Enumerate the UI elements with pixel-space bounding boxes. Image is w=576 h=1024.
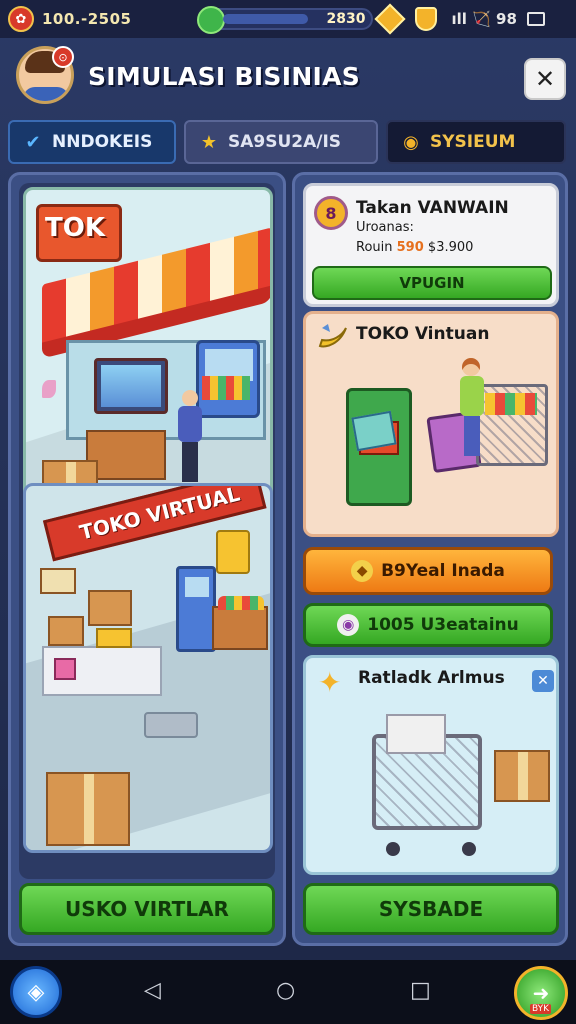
box-stack xyxy=(46,772,130,846)
left-scene: TOK TOKO VIRTUAL xyxy=(19,183,275,879)
header: ⊙ SIMULASI BISINIAS ✕ xyxy=(0,40,576,116)
status-time: 100.-2505 xyxy=(42,10,132,28)
offer-price: Rouin 590 $3.900 xyxy=(356,240,473,255)
signal-icon: ıll 🏹 98 xyxy=(451,10,517,28)
shopper-head xyxy=(462,358,480,376)
shopper-body xyxy=(460,376,484,416)
person-head xyxy=(182,390,198,406)
card-icon xyxy=(216,530,250,574)
atm-machine xyxy=(176,566,216,652)
produce-crate xyxy=(212,596,268,650)
offer-button[interactable]: VPUGIN xyxy=(312,266,552,300)
left-panel: TOK TOKO VIRTUAL USKO VIRTLAR xyxy=(8,172,286,946)
coin-icon: ◉ xyxy=(403,131,419,153)
tab-sa9su2ais[interactable]: ★ SA9SU2A/IS xyxy=(184,120,378,164)
cart-goods xyxy=(386,714,446,754)
orange-button-label: B9Yeal Inada xyxy=(381,561,505,581)
goods-item xyxy=(54,658,76,680)
gem-icon xyxy=(374,3,407,35)
goods-box xyxy=(48,616,84,646)
energy-value: 2830 xyxy=(326,11,366,27)
coin-icon: 8 xyxy=(314,196,348,230)
star-icon: ★ xyxy=(200,131,218,153)
tab-label: SA9SU2A/IS xyxy=(228,132,342,152)
shopkeeper-figure xyxy=(176,390,204,486)
virtual-store-button[interactable]: USKO VIRTLAR xyxy=(19,883,275,935)
goods-box xyxy=(88,590,132,626)
game-menu-icon[interactable]: ◈ xyxy=(10,966,62,1018)
shopping-card[interactable]: ✦ Ratladk Arlmus ✕ xyxy=(303,655,559,875)
star-burst-icon: ✦ xyxy=(318,666,342,699)
energy-bar: 2830 xyxy=(197,6,374,34)
monitor-screen xyxy=(101,365,161,407)
battery-icon xyxy=(526,12,545,26)
game-badge-icon: ✿ xyxy=(8,6,34,32)
tab-label: NNDOKEIS xyxy=(52,132,153,152)
payment-screen xyxy=(351,410,397,452)
store-sign: TOK xyxy=(36,204,122,262)
coin-icon: ◆ xyxy=(351,560,374,582)
green-action-button[interactable]: ◉ 1005 U3eatainu xyxy=(303,603,553,647)
cart-goods xyxy=(485,393,537,415)
shopping-cart-icon xyxy=(372,714,482,856)
cart-wheel xyxy=(462,842,476,856)
offer-subtitle: Uroanas: xyxy=(356,220,414,235)
person-legs xyxy=(182,442,198,482)
home-icon[interactable]: ○ xyxy=(276,980,295,1002)
leaf-icon xyxy=(42,380,56,398)
offer-card: 8 Takan VANWAIN Uroanas: Rouin 590 $3.90… xyxy=(303,183,559,307)
avatar-shirt xyxy=(23,87,69,101)
sysbade-button[interactable]: SYSBADE xyxy=(303,883,559,935)
page-title: SIMULASI BISINIAS xyxy=(88,62,361,91)
shelf-goods xyxy=(202,376,250,400)
flag-icon xyxy=(40,568,76,594)
person-body xyxy=(178,406,202,442)
tab-sysieum[interactable]: ◉ SYSIEUM xyxy=(386,120,566,164)
energy-icon xyxy=(197,6,226,34)
atm-screen xyxy=(185,577,209,597)
tab-bar: ✔ NNDOKEIS ★ SA9SU2A/IS ◉ SYSIEUM xyxy=(8,120,568,164)
cardboard-box xyxy=(494,750,550,802)
share-label: BYK xyxy=(530,1004,552,1014)
right-panel: 8 Takan VANWAIN Uroanas: Rouin 590 $3.90… xyxy=(292,172,568,946)
back-icon[interactable]: ◁ xyxy=(144,980,161,1002)
location-icon: ◉ xyxy=(337,614,360,636)
banana-icon xyxy=(318,324,347,348)
price-value: $3.900 xyxy=(427,240,474,255)
shopping-card-title: Ratladk Arlmus xyxy=(358,668,505,688)
close-icon[interactable]: ✕ xyxy=(532,670,554,692)
avatar-badge-icon: ⊙ xyxy=(52,46,74,68)
shopper-legs xyxy=(464,416,480,456)
price-highlight: 590 xyxy=(396,240,424,255)
offer-title: Takan VANWAIN xyxy=(356,198,509,218)
shield-icon xyxy=(415,7,438,31)
shopping-cart-icon xyxy=(476,384,548,466)
price-prefix: Rouin xyxy=(356,240,393,255)
green-button-label: 1005 U3eatainu xyxy=(367,615,519,635)
tab-label: SYSIEUM xyxy=(430,132,516,152)
shopper-figure xyxy=(456,358,484,468)
tab-nndokeis[interactable]: ✔ NNDOKEIS xyxy=(8,120,176,164)
store-scene-bottom[interactable]: TOKO VIRTUAL xyxy=(23,483,273,853)
store-sign-label: TOK xyxy=(45,213,105,243)
recent-apps-icon[interactable]: □ xyxy=(410,980,431,1002)
navigation-bar: ◈ ◁ ○ □ ➜ xyxy=(0,960,576,1024)
floor-mat xyxy=(144,712,198,738)
checkmark-icon: ✔ xyxy=(25,131,41,153)
virtual-store-card[interactable]: TOKO Vintuan xyxy=(303,311,559,537)
energy-bar-fill xyxy=(223,14,309,24)
close-button[interactable]: ✕ xyxy=(524,58,566,100)
cart-wheel xyxy=(386,842,400,856)
virtual-store-title: TOKO Vintuan xyxy=(356,324,490,344)
goods-item xyxy=(96,628,132,648)
status-bar: ✿ 100.-2505 2830 ıll 🏹 98 xyxy=(0,0,576,38)
computer-monitor xyxy=(94,358,168,414)
orange-action-button[interactable]: ◆ B9Yeal Inada xyxy=(303,547,553,595)
desk xyxy=(86,430,166,480)
